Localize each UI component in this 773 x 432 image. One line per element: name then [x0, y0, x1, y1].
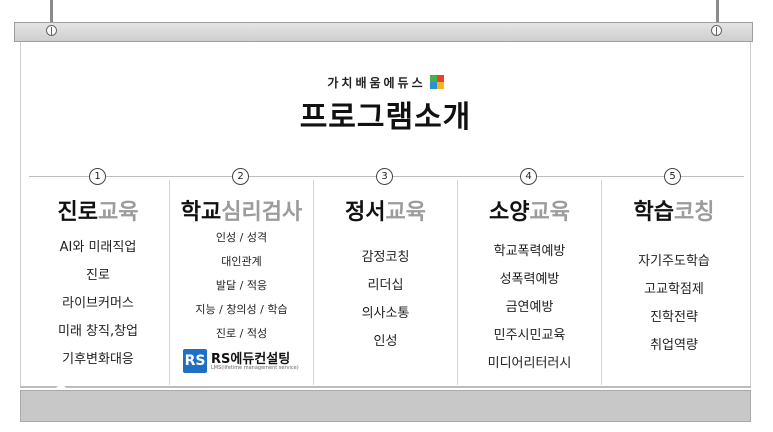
hanging-wire-left	[50, 0, 53, 24]
list-item: 인성 / 성격	[215, 231, 268, 244]
board-bottom-edge	[20, 386, 751, 388]
column-title: 진로교육	[57, 200, 139, 225]
program-list: 감정코칭 리더십 의사소통 인성	[314, 244, 457, 356]
list-item: 성폭력예방	[499, 272, 560, 287]
program-column-career: 진로교육 AI와 미래직업 진로 라이브커머스 미래 창직,창업 기후변화대응	[27, 180, 169, 385]
list-item: 인성	[373, 334, 398, 349]
hanging-wire-right	[716, 0, 719, 24]
top-rod	[14, 22, 753, 42]
column-title: 소양교육	[489, 200, 570, 225]
list-item: 취업역량	[650, 338, 698, 353]
program-list: AI와 미래직업 진로 라이브커머스 미래 창직,창업 기후변화대응	[27, 234, 169, 374]
column-title: 정서교육	[345, 200, 426, 225]
bottom-bar	[20, 390, 751, 422]
column-title: 학습코칭	[633, 200, 715, 225]
column-title: 학교심리검사	[180, 200, 303, 225]
program-list: 학교폭력예방 성폭력예방 금연예방 민주시민교육 미디어리터러시	[458, 238, 601, 378]
list-item: 라이브커머스	[62, 296, 134, 311]
list-item: AI와 미래직업	[59, 240, 137, 255]
list-item: 진로 / 적성	[215, 327, 268, 340]
brand-line: 가치배움에듀스	[21, 74, 750, 91]
screw-icon	[46, 25, 57, 36]
list-item: 미래 창직,창업	[57, 324, 139, 339]
rs-logo-icon: RS	[183, 349, 207, 373]
list-item: 진학전략	[650, 310, 698, 325]
list-item: 미디어리터러시	[487, 356, 572, 371]
list-item: 지능 / 창의성 / 학습	[195, 303, 288, 316]
program-column-coaching: 학습코칭 자기주도학습 고교학점제 진학전략 취업역량	[602, 180, 746, 385]
screw-icon	[711, 25, 722, 36]
list-item: 민주시민교육	[493, 328, 566, 343]
page-title: 프로그램소개	[299, 100, 472, 135]
program-list: 인성 / 성격 대인관계 발달 / 적응 지능 / 창의성 / 학습 진로 / …	[170, 226, 313, 346]
list-item: 자기주도학습	[638, 254, 710, 269]
list-item: 기후변화대응	[62, 352, 134, 367]
program-list: 자기주도학습 고교학점제 진학전략 취업역량	[602, 248, 746, 360]
list-item: 고교학점제	[644, 282, 704, 297]
program-column-emotion: 정서교육 감정코칭 리더십 의사소통 인성	[314, 180, 457, 385]
list-item: 발달 / 적응	[215, 279, 268, 292]
list-item: 감정코칭	[361, 250, 410, 265]
program-board: 가치배움에듀스 프로그램소개 1 2 3 4 5 진로교육 AI와 미래직업 진…	[20, 42, 751, 388]
program-column-literacy: 소양교육 학교폭력예방 성폭력예방 금연예방 민주시민교육 미디어리터러시	[458, 180, 601, 385]
list-item: 의사소통	[361, 306, 410, 321]
list-item: 금연예방	[505, 300, 554, 315]
partner-subtitle: LMS(lifetime management service)	[211, 365, 299, 371]
brand-name: 가치배움에듀스	[327, 76, 426, 90]
list-item: 리더십	[367, 278, 404, 293]
partner-logo: RS RS에듀컨설팅 LMS(lifetime management servi…	[183, 348, 299, 374]
list-item: 학교폭력예방	[493, 244, 566, 259]
pointer-notch	[54, 383, 68, 390]
list-item: 진로	[86, 268, 110, 283]
brand-logo-icon	[429, 75, 444, 89]
list-item: 대인관계	[221, 255, 262, 268]
